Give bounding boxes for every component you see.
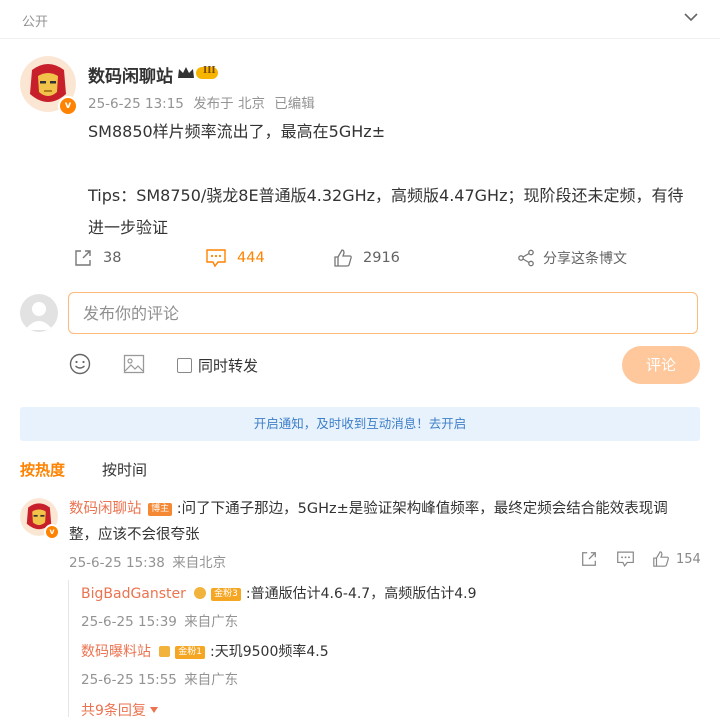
comment-like-count: 154 [676, 551, 701, 567]
share-button[interactable]: 分享这条博文 [517, 248, 627, 268]
image-icon[interactable] [123, 354, 145, 374]
comment-input-box[interactable] [68, 292, 698, 334]
repost-button[interactable]: 38 [73, 248, 121, 268]
post-body: SM8850样片频率流出了，最高在5GHz± Tips：SM8750/骁龙8E普… [88, 116, 704, 244]
repost-checkbox-label: 同时转发 [198, 357, 259, 375]
reply-item: BigBadGanster 金粉3 :普通版估计4.6-4.7，高频版估计4.9 [81, 583, 476, 603]
more-replies-label: 共9条回复 [81, 703, 146, 719]
user-placeholder-icon [25, 302, 53, 330]
comment-repost-icon[interactable] [580, 550, 598, 568]
comment-thumbs-up-icon [653, 551, 669, 567]
fan-badge-icon [194, 587, 206, 599]
comment-reply-icon[interactable] [616, 550, 635, 568]
share-label: 分享这条博文 [543, 251, 627, 267]
comment-meta: 25-6-25 15:38 来自北京 [69, 551, 226, 571]
post-date[interactable]: 25-6-25 13:15 [88, 96, 184, 112]
top-comment: 数码闲聊站 博主 :问了下通子那边，5GHz±是验证架构峰值频率，最终定频会结合… [69, 496, 699, 548]
post-text-line3: 进一步验证 [88, 218, 169, 237]
reply-author-name[interactable]: BigBadGanster [81, 586, 186, 602]
reply-location: 来自广东 [184, 614, 239, 630]
reply-location: 来自广东 [184, 672, 239, 688]
sort-by-time-tab[interactable]: 按时间 [102, 459, 147, 480]
fan-tag: 金粉1 [175, 646, 205, 659]
comment-date: 25-6-25 15:38 [69, 555, 165, 571]
sort-by-hot-tab[interactable]: 按热度 [20, 459, 65, 480]
chevron-down-icon[interactable] [684, 12, 698, 22]
level-badge: III [176, 65, 220, 81]
reply-date: 25-6-25 15:39 [81, 614, 177, 630]
reply-date: 25-6-25 15:55 [81, 672, 177, 688]
replies-divider [68, 580, 73, 717]
post-text-line2: Tips：SM8750/骁龙8E普通版4.32GHz，高频版4.47GHz；现阶… [88, 186, 684, 205]
notification-banner[interactable]: 开启通知，及时收到互动消息！去开启 [20, 407, 700, 441]
blogger-tag: 博主 [148, 503, 173, 516]
comment-like-button[interactable]: 154 [652, 550, 701, 568]
reply-author-name[interactable]: 数码曝料站 [81, 644, 151, 660]
like-count: 2916 [363, 250, 400, 266]
thumbs-up-icon [334, 249, 352, 267]
reply-text: :普通版估计4.6-4.7，高频版估计4.9 [245, 586, 477, 602]
post-meta: 25-6-25 13:15 发布于 北京 已编辑 [88, 92, 315, 112]
like-button[interactable]: 2916 [333, 248, 400, 268]
comment-count: 444 [237, 250, 265, 266]
comment-text-line1: :问了下通子那边，5GHz±是验证架构峰值频率，最终定频会结合能效表现调 [176, 501, 668, 517]
visibility-label: 公开 [22, 15, 49, 30]
author-name[interactable]: 数码闲聊站 [88, 62, 173, 87]
reply-text: :天玑9500频率4.5 [210, 644, 329, 660]
emoji-icon[interactable] [69, 353, 91, 375]
post-location: 发布于 北京 [193, 96, 265, 112]
reply-meta: 25-6-25 15:55 来自广东 [81, 668, 238, 688]
submit-comment-button[interactable]: 评论 [622, 346, 700, 384]
comment-input[interactable] [69, 293, 697, 333]
fan-badge-icon [159, 646, 171, 657]
comment-button[interactable]: 444 [205, 248, 265, 268]
my-avatar[interactable] [20, 294, 58, 332]
post-edited[interactable]: 已编辑 [274, 96, 315, 112]
level-badge-text: III [203, 66, 216, 76]
comment-location: 来自北京 [172, 555, 227, 571]
repost-icon [75, 250, 91, 266]
post-text-line1: SM8850样片频率流出了，最高在5GHz± [88, 122, 386, 141]
comment-icon [206, 249, 226, 268]
more-replies-link[interactable]: 共9条回复 [81, 700, 159, 720]
reply-meta: 25-6-25 15:39 来自广东 [81, 610, 238, 630]
repost-checkbox[interactable] [177, 358, 192, 373]
share-icon [518, 249, 534, 267]
verified-badge-icon: v [58, 96, 78, 116]
visibility-bar[interactable]: 公开 [0, 0, 720, 39]
fan-tag: 金粉3 [211, 588, 241, 601]
comment-verified-badge-icon: v [44, 524, 60, 540]
comment-author-name[interactable]: 数码闲聊站 [69, 501, 142, 517]
caret-down-icon [149, 707, 158, 713]
comment-text-line2: 整，应该不会很夸张 [69, 527, 200, 543]
repost-checkbox-row[interactable]: 同时转发 [177, 355, 258, 376]
repost-count: 38 [103, 250, 122, 266]
reply-item: 数码曝料站 金粉1 :天玑9500频率4.5 [81, 641, 329, 661]
